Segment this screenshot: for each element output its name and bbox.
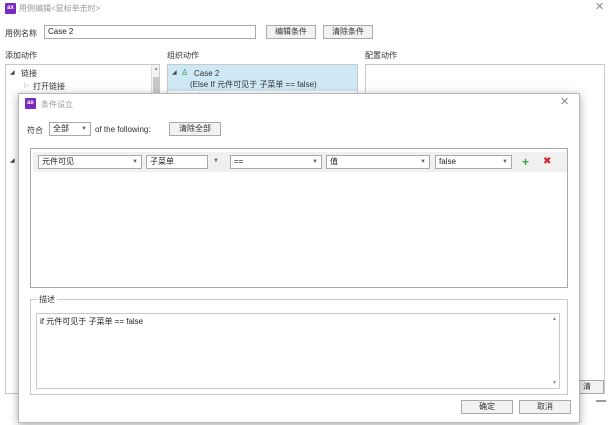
condition-operator-select[interactable]: == ▼ xyxy=(230,155,322,169)
window-close-icon[interactable]: ✕ xyxy=(595,2,604,13)
organize-actions-header: 组织动作 xyxy=(167,51,199,60)
condition-type-select[interactable]: 元件可见 ▼ xyxy=(38,155,142,169)
match-select-value: 全部 xyxy=(53,124,69,133)
background-divider xyxy=(596,400,606,402)
chevron-down-icon: ▼ xyxy=(81,126,87,132)
case-name-input[interactable]: Case 2 xyxy=(44,25,256,39)
delete-condition-icon[interactable]: ✖ xyxy=(543,155,551,169)
case-label: Case 2 xyxy=(194,69,220,78)
scroll-up-icon[interactable]: ▲ xyxy=(152,65,160,73)
chevron-down-icon: ▼ xyxy=(312,159,318,165)
description-group: 描述 if 元件可见于 子菜单 == false ▲ ▼ xyxy=(30,294,568,395)
expand-arrow-icon[interactable]: ◢ xyxy=(172,69,177,76)
chevron-down-icon: ▼ xyxy=(502,159,508,165)
window-titlebar: ax 用例编辑<鼠标单击时> ✕ xyxy=(0,0,612,16)
case-name-label: 用例名称 xyxy=(5,29,37,38)
collapse-arrow-icon[interactable]: ▷ xyxy=(24,82,29,89)
chevron-down-icon: ▼ xyxy=(132,159,138,165)
cancel-button[interactable]: 取消 xyxy=(519,400,571,414)
condition-target-value: 子菜单 xyxy=(150,157,174,166)
condition-target-select[interactable]: 子菜单 xyxy=(146,155,208,169)
scroll-down-icon[interactable]: ▼ xyxy=(552,380,557,386)
case-tree-row[interactable]: ◢ ♙ Case 2 (Else If 元件可见于 子菜单 == false) xyxy=(168,65,357,91)
chevron-down-icon: ▼ xyxy=(420,159,426,165)
condition-dialog: ax 条件设立 ✕ 符合 全部 ▼ of the following: 清除全部… xyxy=(18,93,580,423)
add-actions-header: 添加动作 xyxy=(5,51,37,60)
case-condition-text: (Else If 元件可见于 子菜单 == false) xyxy=(190,80,317,89)
case-icon: ♙ xyxy=(181,68,189,77)
expand-arrow-icon[interactable]: ◢ xyxy=(10,157,15,164)
clear-condition-button[interactable]: 清除条件 xyxy=(323,25,373,39)
condition-type-value: 元件可见 xyxy=(42,157,74,166)
match-select[interactable]: 全部 ▼ xyxy=(49,122,91,136)
dialog-logo-icon: ax xyxy=(25,98,36,109)
condition-value-type-value: 值 xyxy=(330,157,338,166)
dialog-close-icon[interactable]: ✕ xyxy=(560,97,569,108)
chevron-down-icon[interactable]: ▼ xyxy=(213,158,219,164)
description-label: 描述 xyxy=(37,294,57,305)
clear-all-button[interactable]: 清除全部 xyxy=(169,122,221,136)
condition-value-select[interactable]: false ▼ xyxy=(435,155,512,169)
expand-arrow-icon[interactable]: ◢ xyxy=(10,69,15,76)
description-textarea[interactable]: if 元件可见于 子菜单 == false ▲ ▼ xyxy=(36,313,560,389)
condition-value-value: false xyxy=(439,157,456,166)
condition-area: 元件可见 ▼ 子菜单 ▼ == ▼ 值 ▼ false ▼ + ✖ xyxy=(30,148,568,288)
configure-actions-header: 配置动作 xyxy=(365,51,397,60)
window-title: 用例编辑<鼠标单击时> xyxy=(19,4,101,13)
match-label: 符合 xyxy=(27,126,43,135)
condition-value-type-select[interactable]: 值 ▼ xyxy=(326,155,430,169)
description-text: if 元件可见于 子菜单 == false xyxy=(40,317,144,326)
of-following-label: of the following: xyxy=(95,125,151,134)
scroll-up-icon[interactable]: ▲ xyxy=(552,316,557,322)
tree-item-links[interactable]: 链接 xyxy=(21,68,37,79)
condition-row: 元件可见 ▼ 子菜单 ▼ == ▼ 值 ▼ false ▼ + ✖ xyxy=(33,152,567,172)
add-condition-icon[interactable]: + xyxy=(522,155,529,169)
dialog-title: 条件设立 xyxy=(41,100,73,109)
condition-operator-value: == xyxy=(234,157,244,166)
edit-condition-button[interactable]: 编辑条件 xyxy=(266,25,316,39)
tree-item-open-link[interactable]: 打开链接 xyxy=(33,81,65,92)
ok-button[interactable]: 确定 xyxy=(461,400,513,414)
app-logo-icon: ax xyxy=(5,3,16,14)
